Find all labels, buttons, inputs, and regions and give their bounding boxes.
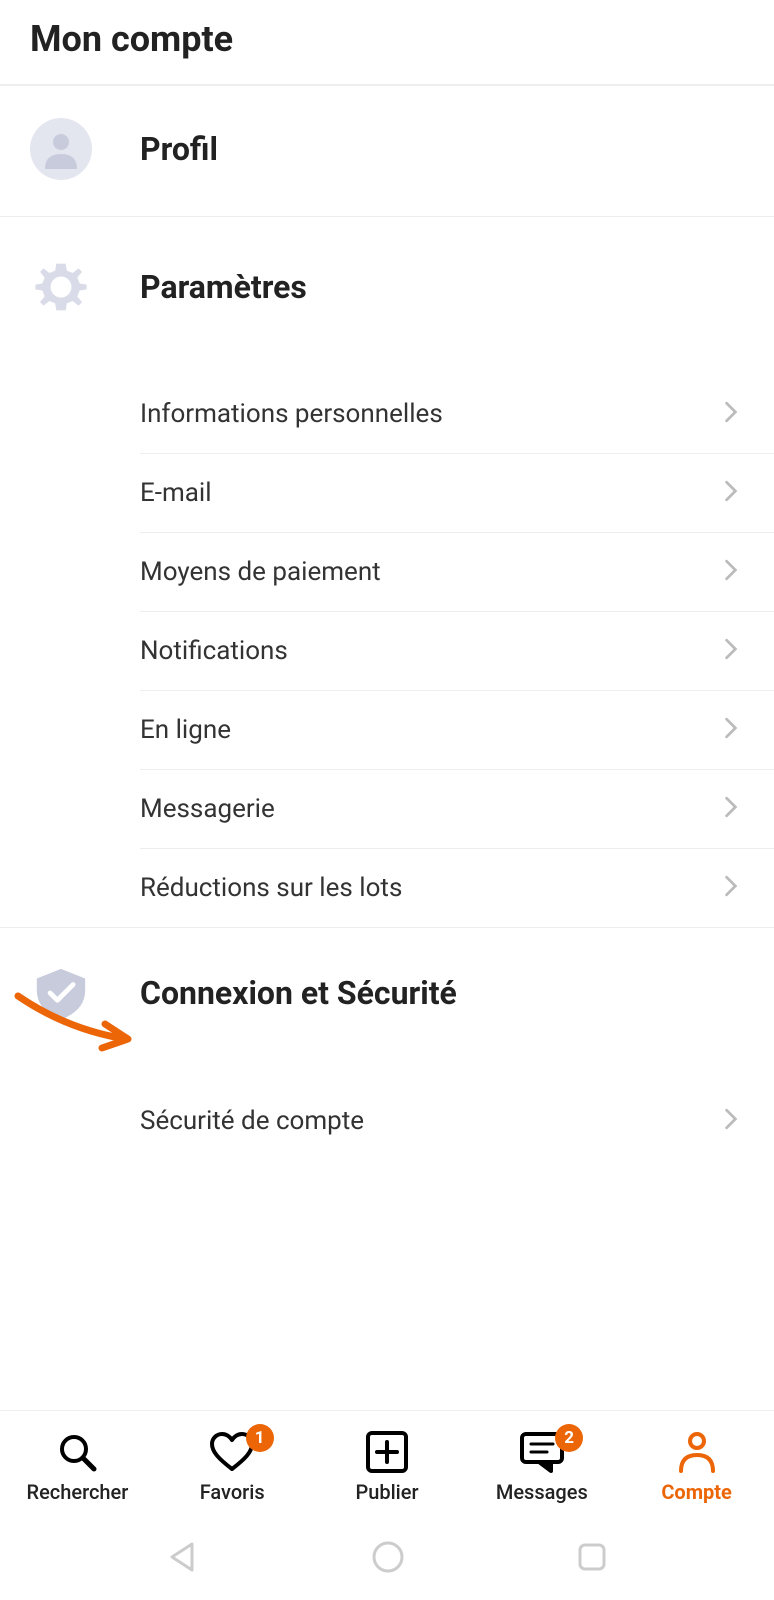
system-recent-icon[interactable] (576, 1541, 608, 1577)
chevron-right-icon (724, 401, 738, 427)
list-item-label: Réductions sur les lots (140, 873, 402, 903)
avatar-icon (30, 118, 92, 180)
bottom-nav: Rechercher 1 Favoris Publier 2 (0, 1410, 774, 1518)
chevron-right-icon (724, 480, 738, 506)
chevron-right-icon (724, 717, 738, 743)
chevron-right-icon (724, 796, 738, 822)
person-icon (676, 1430, 718, 1474)
nav-item-messages[interactable]: 2 Messages (464, 1430, 619, 1504)
nav-item-publish[interactable]: Publier (310, 1430, 465, 1504)
nav-label: Rechercher (27, 1480, 129, 1504)
gear-icon (30, 259, 92, 315)
list-item-label: Informations personnelles (140, 399, 443, 429)
settings-item-payment[interactable]: Moyens de paiement (140, 533, 774, 612)
security-header: Connexion et Sécurité (0, 928, 774, 1022)
nav-label: Compte (661, 1480, 732, 1504)
list-item-label: Messagerie (140, 794, 275, 824)
nav-label: Favoris (200, 1480, 265, 1504)
settings-item-email[interactable]: E-mail (140, 454, 774, 533)
settings-item-bundle-discounts[interactable]: Réductions sur les lots (140, 849, 774, 927)
system-back-icon[interactable] (166, 1540, 200, 1578)
settings-title: Paramètres (140, 268, 307, 306)
profile-section[interactable]: Profil (0, 86, 774, 217)
list-item-label: E-mail (140, 478, 212, 508)
profile-title: Profil (140, 130, 218, 168)
list-item-label: Notifications (140, 636, 288, 666)
system-nav (0, 1518, 774, 1600)
header: Mon compte (0, 0, 774, 86)
security-section: Connexion et Sécurité Sécurité de compte (0, 928, 774, 1170)
nav-item-account[interactable]: Compte (619, 1430, 774, 1504)
security-item-account-security[interactable]: Sécurité de compte (140, 1082, 774, 1160)
settings-item-personal-info[interactable]: Informations personnelles (140, 375, 774, 454)
nav-label: Messages (496, 1480, 588, 1504)
settings-item-online[interactable]: En ligne (140, 691, 774, 770)
system-home-icon[interactable] (371, 1540, 405, 1578)
list-item-label: Moyens de paiement (140, 557, 381, 587)
list-item-label: Sécurité de compte (140, 1106, 364, 1136)
security-title: Connexion et Sécurité (140, 974, 457, 1012)
settings-list: Informations personnelles E-mail Moyens … (0, 375, 774, 927)
chevron-right-icon (724, 1108, 738, 1134)
badge: 2 (555, 1424, 583, 1452)
nav-label: Publier (355, 1480, 418, 1504)
settings-section: Paramètres Informations personnelles E-m… (0, 217, 774, 928)
search-icon (56, 1430, 98, 1474)
badge: 1 (246, 1424, 274, 1452)
chevron-right-icon (724, 875, 738, 901)
security-list: Sécurité de compte (0, 1082, 774, 1160)
nav-item-search[interactable]: Rechercher (0, 1430, 155, 1504)
chevron-right-icon (724, 559, 738, 585)
shield-icon (30, 964, 92, 1022)
settings-item-messaging[interactable]: Messagerie (140, 770, 774, 849)
list-item-label: En ligne (140, 715, 231, 745)
page-title: Mon compte (30, 18, 744, 60)
plus-box-icon (365, 1430, 409, 1474)
settings-header: Paramètres (0, 217, 774, 315)
chevron-right-icon (724, 638, 738, 664)
nav-item-favorites[interactable]: 1 Favoris (155, 1430, 310, 1504)
settings-item-notifications[interactable]: Notifications (140, 612, 774, 691)
